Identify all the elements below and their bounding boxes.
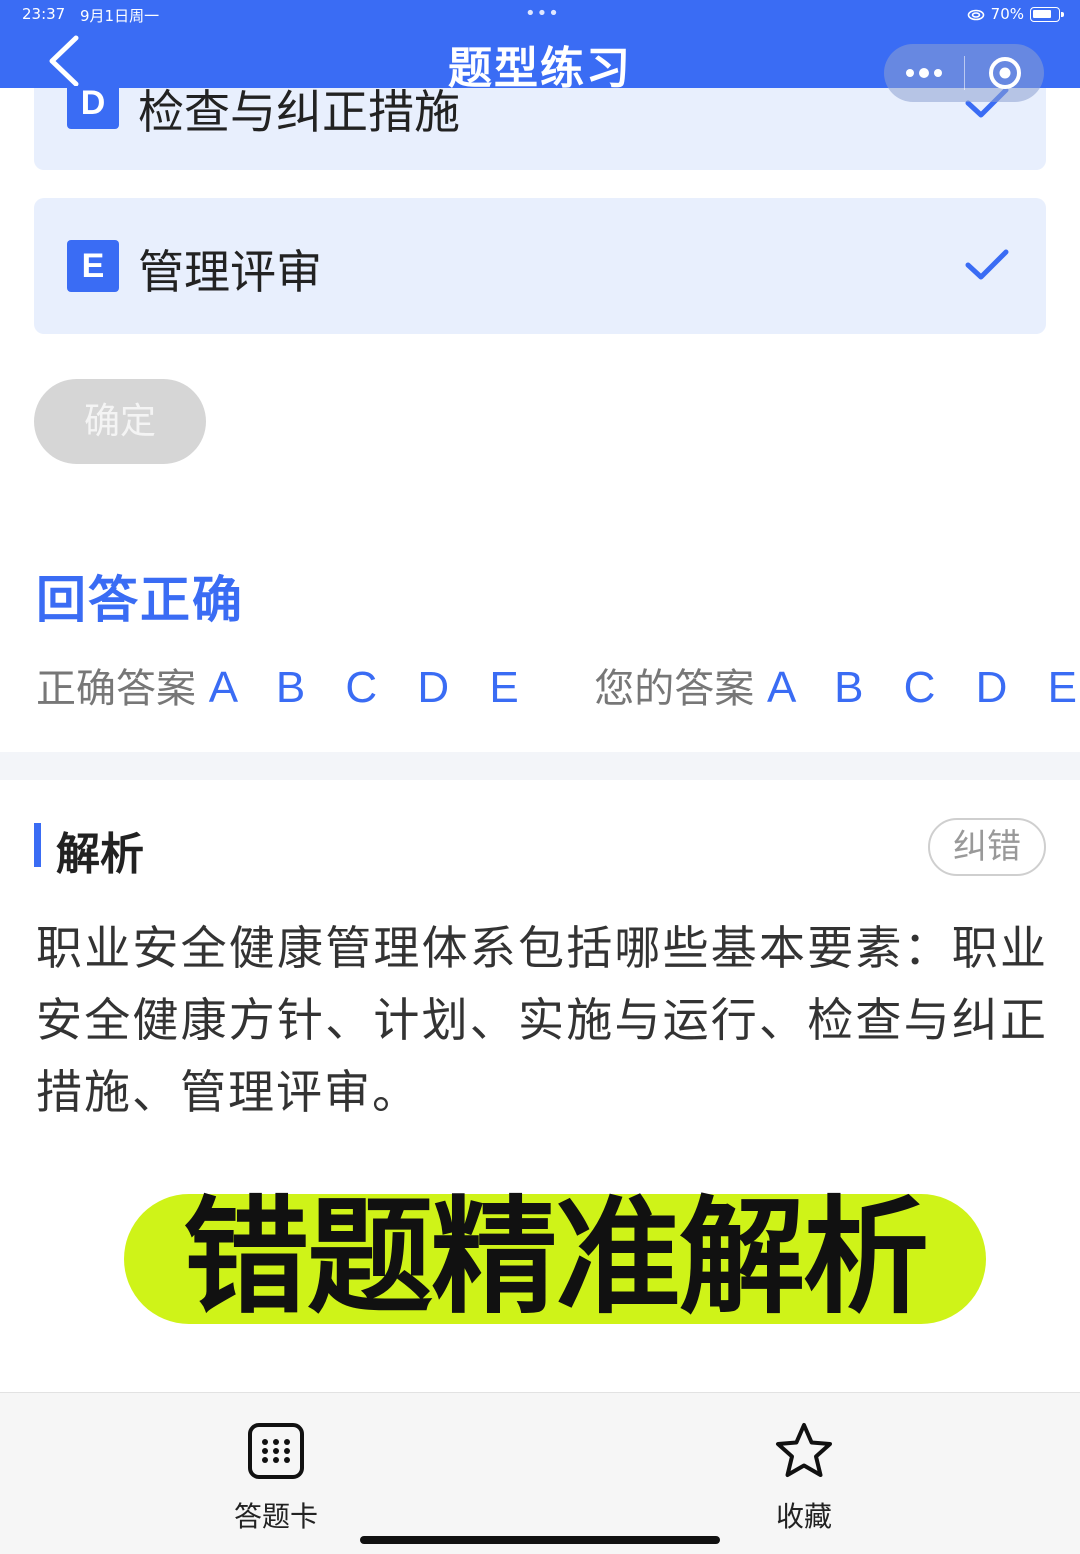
page: 23:37 9月1日周一 ••• 70% 题型练习 D 检查与纠正措施 E 管理…	[0, 0, 1080, 1554]
answer-line: 正确答案 A B C D E 您的答案 A B C D E	[36, 656, 1080, 714]
battery-icon	[1030, 6, 1064, 22]
mini-program-capsule	[884, 44, 1044, 102]
favorite-tab[interactable]: 收藏	[734, 1421, 874, 1535]
more-button[interactable]	[884, 44, 964, 102]
check-icon	[965, 249, 1009, 280]
option-letter: E	[67, 240, 119, 292]
home-indicator	[360, 1536, 720, 1544]
option-e[interactable]: E 管理评审	[34, 198, 1046, 334]
correct-answer-label: 正确答案	[36, 666, 196, 712]
option-text: 管理评审	[138, 245, 322, 299]
status-right: 70%	[967, 5, 1064, 23]
analysis-text: 职业安全健康管理体系包括哪些基本要素：职业安全健康方针、计划、实施与运行、检查与…	[36, 921, 1048, 1119]
promo-text: 错题精准解析	[183, 1184, 929, 1331]
analysis-accent-bar	[34, 823, 41, 867]
target-close-icon	[988, 57, 1021, 89]
battery-percent: 70%	[990, 5, 1024, 23]
favorite-label: 收藏	[775, 1500, 832, 1533]
confirm-button[interactable]: 确定	[34, 379, 206, 464]
bottom-bar: 答题卡 收藏	[0, 1392, 1080, 1554]
close-button[interactable]	[965, 44, 1044, 102]
status-time: 23:37	[22, 5, 66, 23]
star-icon	[776, 1423, 832, 1477]
answer-card-label: 答题卡	[233, 1500, 318, 1533]
section-divider	[0, 752, 1080, 780]
analysis-title: 解析	[56, 829, 144, 880]
wifi-icon	[967, 9, 984, 20]
status-date: 9月1日周一	[80, 7, 160, 25]
status-dots: •••	[525, 3, 560, 24]
answer-card-tab[interactable]: 答题卡	[206, 1421, 346, 1535]
result-title: 回答正确	[36, 571, 244, 629]
report-error-button[interactable]: 纠错	[928, 818, 1046, 876]
your-answer-value: A B C D E	[766, 663, 1080, 712]
correct-answer-value: A B C D E	[208, 663, 533, 712]
more-dots-icon	[906, 68, 942, 78]
your-answer-label: 您的答案	[594, 666, 755, 712]
grid-icon	[248, 1423, 304, 1479]
